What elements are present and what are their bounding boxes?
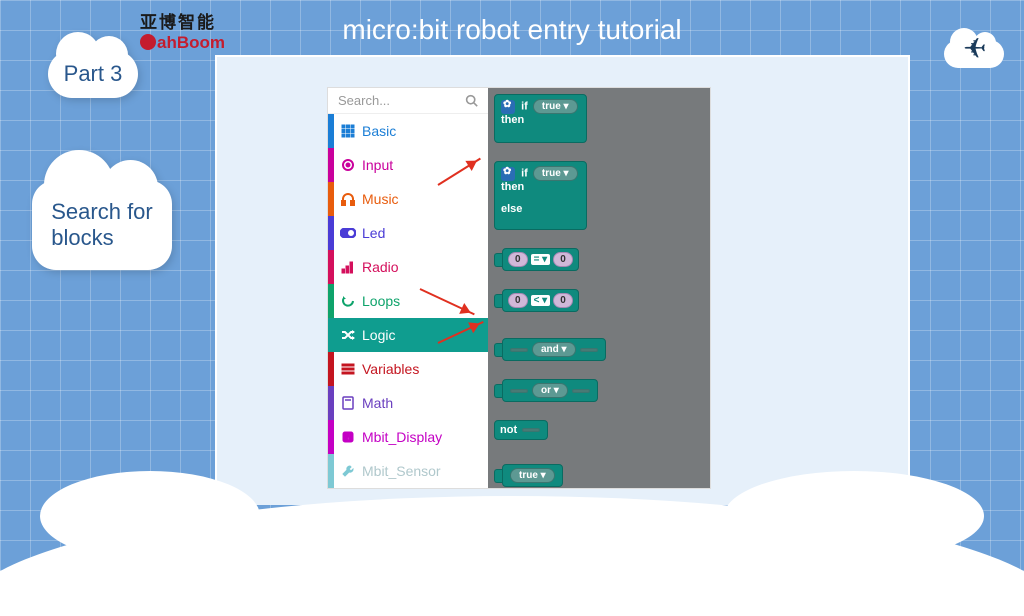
block-true[interactable]: true ▾	[502, 464, 563, 487]
block-if-then-else[interactable]: if true ▾ then else	[494, 161, 587, 230]
makecode-editor: Search... BasicInputMusicLedRadioLoopsLo…	[328, 88, 710, 488]
category-mbit_display[interactable]: Y Mbit_Display	[328, 420, 488, 454]
slot-true[interactable]: true ▾	[533, 166, 578, 181]
gear-icon[interactable]	[501, 100, 515, 114]
category-label: Variables	[362, 361, 488, 377]
svg-text:Y: Y	[345, 433, 351, 442]
logo-cn: 亚博智能	[140, 8, 225, 33]
footer-text: YahBoom micro:bit video tutorial	[0, 538, 1024, 566]
category-label: Led	[362, 225, 488, 241]
shuffle-icon	[334, 328, 362, 342]
block-or[interactable]: or ▾	[502, 379, 598, 402]
category-label: Radio	[362, 259, 488, 275]
logo: 亚博智能 ahBoom	[140, 8, 225, 53]
block-not[interactable]: not	[494, 420, 548, 440]
category-label: Mbit_Sensor	[362, 463, 488, 479]
search-placeholder: Search...	[338, 93, 390, 108]
gear-icon[interactable]	[501, 167, 515, 181]
list-icon	[334, 362, 362, 376]
signal-icon	[334, 260, 362, 274]
category-label: Basic	[362, 123, 488, 139]
category-math[interactable]: Math	[328, 386, 488, 420]
category-label: Music	[362, 191, 488, 207]
category-led[interactable]: Led	[328, 216, 488, 250]
subtitle-badge: Search for blocks	[32, 180, 172, 270]
search-input[interactable]: Search...	[328, 88, 488, 114]
category-label: Math	[362, 395, 488, 411]
block-flyout: if true ▾ then if true ▾ then else 0= ▾0	[488, 88, 710, 488]
grid-icon	[334, 124, 362, 138]
category-input[interactable]: Input	[328, 148, 488, 182]
wrench-icon	[334, 464, 362, 478]
slot-true[interactable]: true ▾	[533, 99, 578, 114]
part-badge: Part 3	[48, 50, 138, 98]
block-lessthan[interactable]: 0< ▾0	[502, 289, 579, 312]
sparkle-icon: Y	[334, 430, 362, 444]
block-equals[interactable]: 0= ▾0	[502, 248, 579, 271]
target-icon	[334, 158, 362, 172]
calc-icon	[334, 396, 362, 410]
block-and[interactable]: and ▾	[502, 338, 606, 361]
category-column: Search... BasicInputMusicLedRadioLoopsLo…	[328, 88, 488, 488]
block-if-then[interactable]: if true ▾ then	[494, 94, 587, 143]
search-icon	[465, 94, 478, 107]
category-music[interactable]: Music	[328, 182, 488, 216]
category-logic[interactable]: Logic	[328, 318, 488, 352]
category-label: Mbit_Display	[362, 429, 488, 445]
category-mbit_sensor[interactable]: Mbit_Sensor	[328, 454, 488, 488]
headphones-icon	[334, 192, 362, 206]
bird-icon: ✈	[963, 32, 986, 65]
category-basic[interactable]: Basic	[328, 114, 488, 148]
category-variables[interactable]: Variables	[328, 352, 488, 386]
refresh-icon	[334, 294, 362, 308]
category-radio[interactable]: Radio	[328, 250, 488, 284]
logo-en: ahBoom	[140, 33, 225, 53]
toggle-icon	[334, 228, 362, 238]
